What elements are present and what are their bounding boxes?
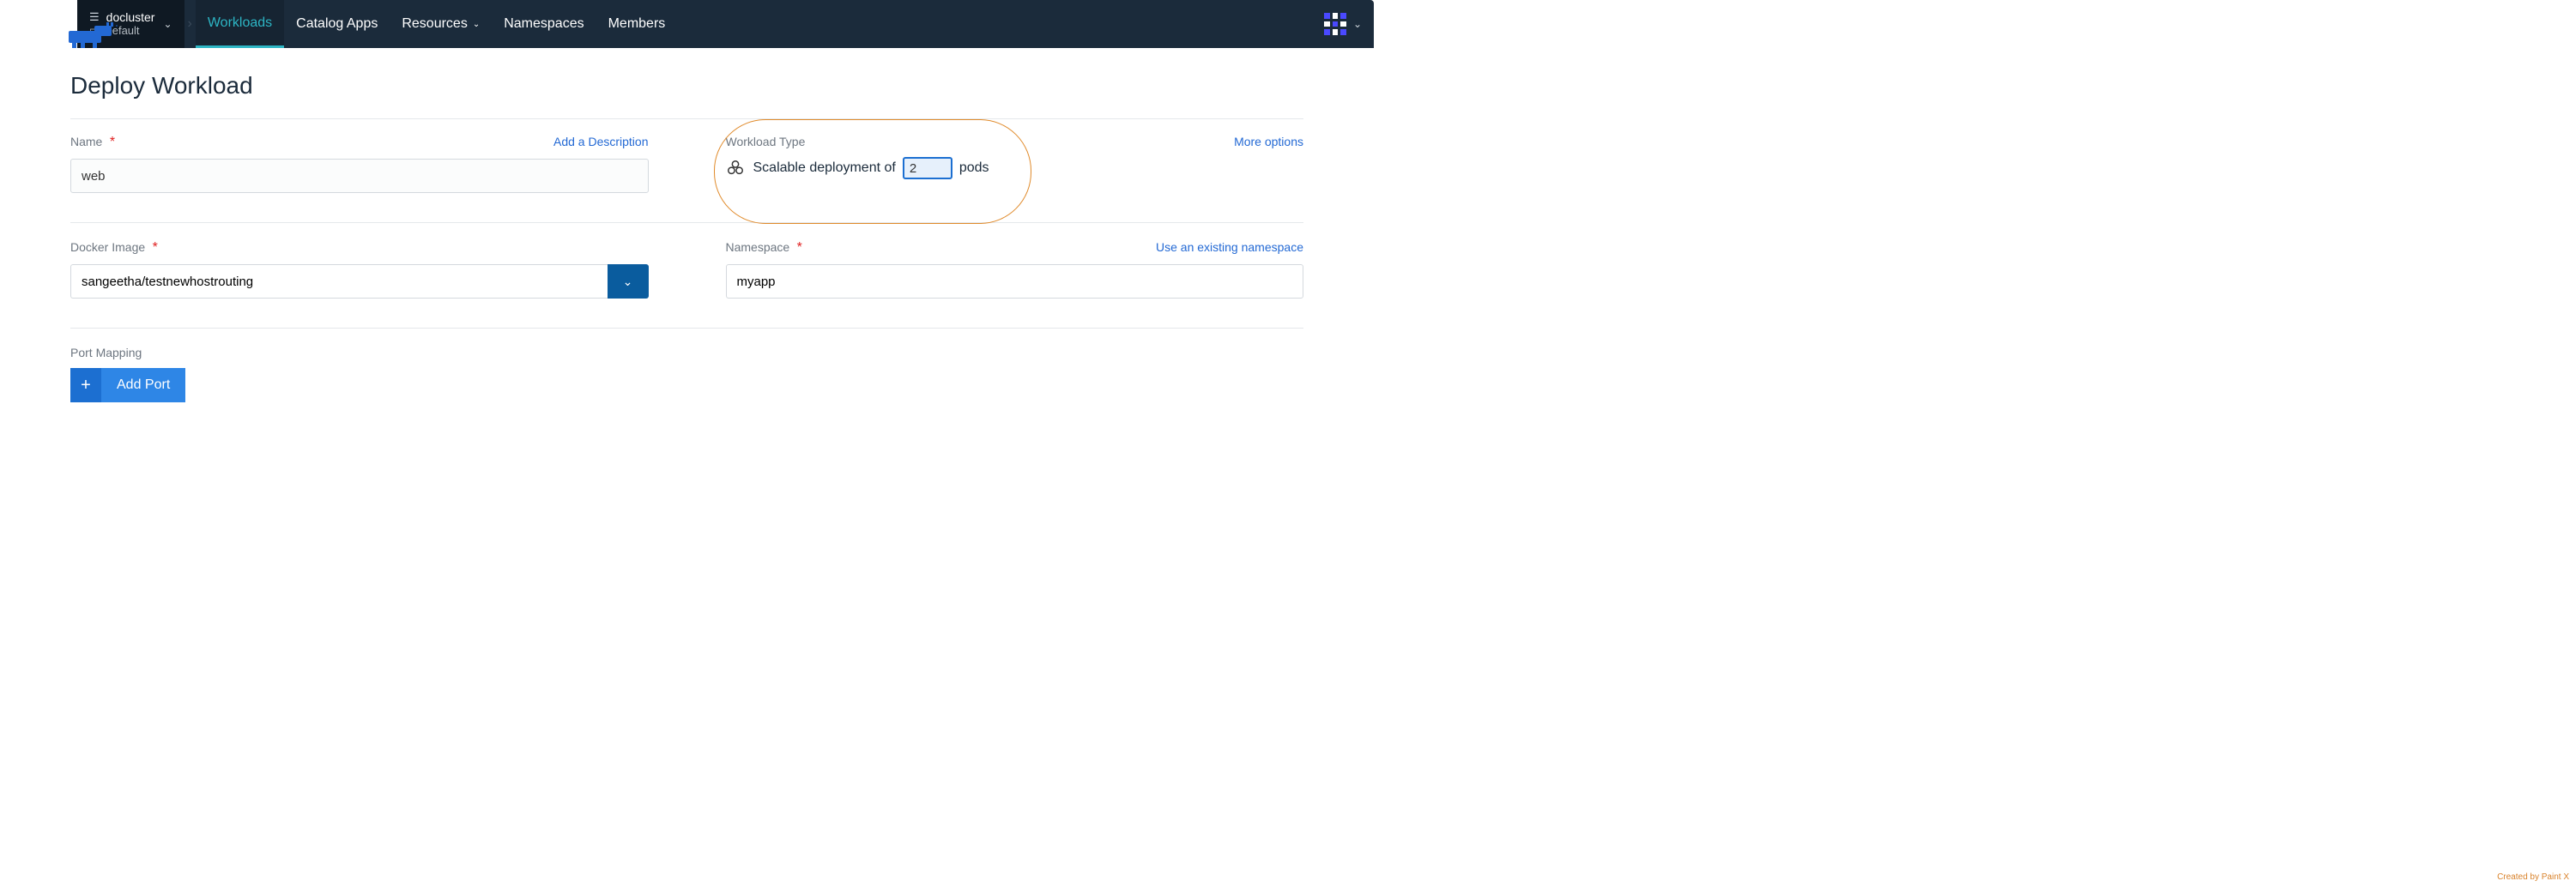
more-options-link[interactable]: More options (1234, 135, 1303, 148)
pod-count-input[interactable] (903, 157, 952, 179)
rancher-logo-icon (69, 19, 122, 48)
nav-catalog-apps[interactable]: Catalog Apps (284, 0, 390, 48)
required-asterisk: * (110, 135, 115, 149)
workload-type-suffix: pods (959, 160, 989, 176)
chevron-down-icon: ⌄ (473, 20, 480, 29)
port-mapping-label: Port Mapping (70, 346, 1303, 359)
page-title: Deploy Workload (70, 72, 1303, 100)
nav-workloads[interactable]: Workloads (196, 0, 284, 48)
docker-image-input[interactable] (70, 264, 608, 299)
use-existing-namespace-link[interactable]: Use an existing namespace (1156, 240, 1303, 254)
workload-type-prefix: Scalable deployment of (753, 160, 896, 176)
name-label: Name (70, 135, 102, 148)
nav-members[interactable]: Members (596, 0, 678, 48)
namespace-input[interactable] (726, 264, 1304, 299)
chevron-down-icon: ⌄ (163, 18, 172, 30)
plus-icon: + (70, 368, 101, 402)
add-port-button[interactable]: + Add Port (70, 368, 185, 402)
divider (70, 222, 1303, 223)
docker-image-label: Docker Image (70, 240, 145, 254)
required-asterisk: * (797, 240, 802, 255)
required-asterisk: * (153, 240, 158, 255)
docker-image-dropdown-button[interactable]: ⌄ (608, 264, 649, 299)
deployment-icon (726, 159, 745, 178)
app-grid-icon (1324, 13, 1346, 35)
main-nav: ☰ docluster ▭ Default ⌄ › Workloads Cata… (77, 0, 1374, 48)
namespace-label: Namespace (726, 240, 790, 254)
watermark: Created by Paint X (2497, 872, 2569, 882)
chevron-down-icon: ⌄ (1353, 18, 1362, 30)
divider (70, 328, 1303, 329)
nav-resources[interactable]: Resources ⌄ (390, 0, 492, 48)
chevron-down-icon: ⌄ (623, 275, 633, 289)
nav-namespaces[interactable]: Namespaces (492, 0, 596, 48)
divider (70, 118, 1303, 119)
add-description-link[interactable]: Add a Description (553, 135, 649, 148)
name-input[interactable] (70, 159, 649, 193)
chevron-right-icon: › (188, 16, 192, 32)
add-port-label: Add Port (101, 368, 185, 402)
workload-type-label: Workload Type (726, 135, 806, 148)
app-launcher[interactable]: ⌄ (1324, 0, 1374, 48)
